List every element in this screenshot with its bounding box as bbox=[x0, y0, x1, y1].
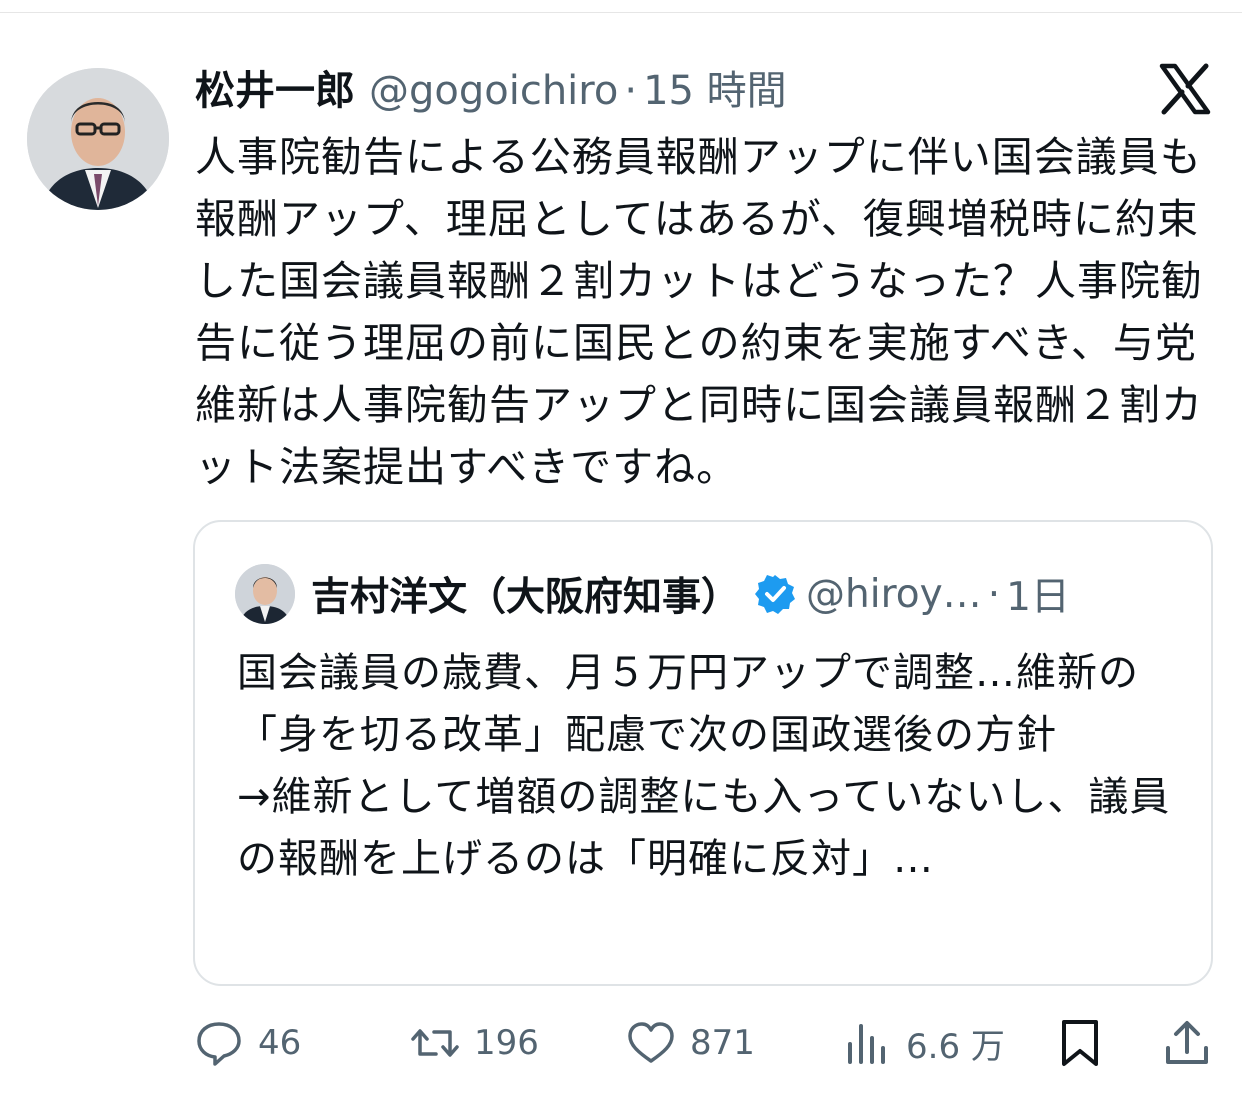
tweet-header: 松井一郎 @gogoichiro · 15 時間 bbox=[195, 66, 787, 116]
author-handle[interactable]: @gogoichiro bbox=[369, 66, 618, 116]
author-avatar[interactable] bbox=[27, 68, 169, 210]
quoted-tweet-time[interactable]: 1日 bbox=[1006, 566, 1070, 622]
header-separator: · bbox=[624, 68, 638, 114]
tweet-time[interactable]: 15 時間 bbox=[643, 66, 787, 116]
like-button[interactable]: 871 bbox=[626, 1018, 755, 1068]
reply-icon bbox=[197, 1022, 241, 1066]
tweet-text: 人事院勧告による公務員報酬アップに伴い国会議員も報酬アップ、理屈としてはあるが、… bbox=[195, 133, 1203, 491]
heart-icon bbox=[628, 1022, 674, 1063]
views-count: 6.6 万 bbox=[906, 1026, 1005, 1067]
action-bar: 46 196 871 6.6 万 bbox=[0, 1010, 1242, 1070]
views-button[interactable]: 6.6 万 bbox=[842, 1018, 1005, 1068]
reply-button[interactable]: 46 bbox=[194, 1018, 301, 1068]
retweet-button[interactable]: 196 bbox=[410, 1018, 539, 1068]
share-button[interactable] bbox=[1162, 1018, 1212, 1068]
quoted-header-separator: · bbox=[987, 571, 1001, 617]
avatar-image bbox=[27, 68, 169, 210]
like-count: 871 bbox=[690, 1023, 755, 1063]
quoted-tweet-card[interactable]: 吉村洋文（大阪府知事） @hiroy… · 1日 国会議員の歳費、月５万円アップ… bbox=[193, 520, 1213, 986]
quoted-tweet-text: 国会議員の歳費、月５万円アップで調整…維新の「身を切る改革」配慮で次の国政選後の… bbox=[237, 650, 1171, 882]
quoted-avatar-image bbox=[235, 564, 295, 624]
quoted-tweet-header: 吉村洋文（大阪府知事） @hiroy… · 1日 bbox=[311, 566, 1070, 622]
x-logo-icon bbox=[1159, 63, 1211, 115]
quoted-author-handle[interactable]: @hiroy… bbox=[806, 572, 982, 617]
reply-count: 46 bbox=[258, 1023, 302, 1063]
quoted-author-name[interactable]: 吉村洋文（大阪府知事） bbox=[311, 566, 740, 622]
bookmark-icon bbox=[1062, 1020, 1098, 1066]
top-divider bbox=[0, 12, 1242, 13]
verified-badge-icon bbox=[755, 575, 796, 614]
views-chart-icon bbox=[848, 1024, 885, 1064]
bookmark-button[interactable] bbox=[1055, 1018, 1105, 1068]
share-icon bbox=[1166, 1021, 1208, 1064]
retweet-icon bbox=[411, 1029, 459, 1057]
retweet-count: 196 bbox=[474, 1023, 539, 1063]
quoted-author-avatar[interactable] bbox=[235, 564, 295, 624]
author-name[interactable]: 松井一郎 bbox=[195, 66, 355, 116]
